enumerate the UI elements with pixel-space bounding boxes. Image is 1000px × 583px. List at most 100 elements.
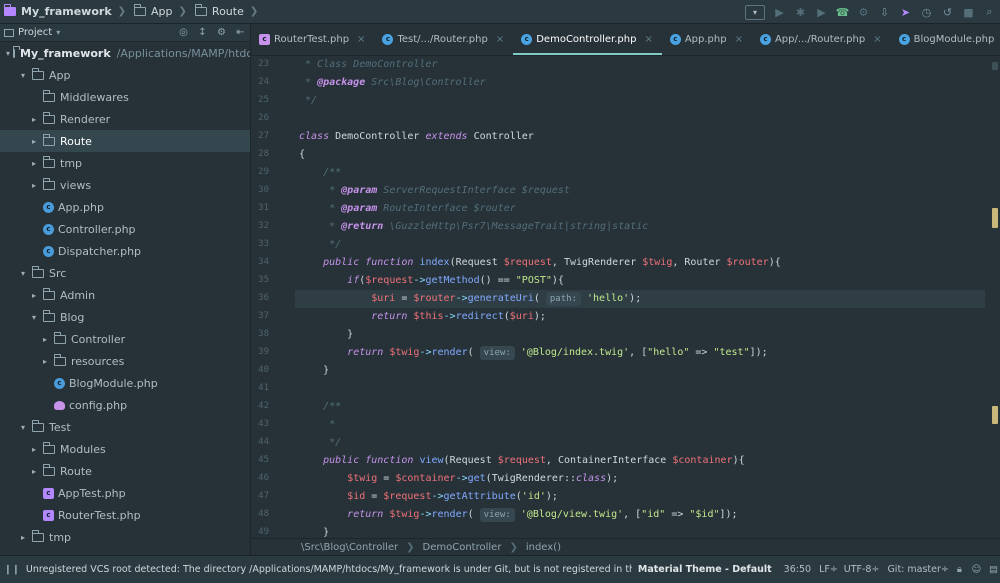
tree-file-blogmodule[interactable]: c BlogModule.php [0,372,250,394]
event-log-icon[interactable]: ❙❙ [4,564,20,575]
code-line[interactable]: */ [299,92,989,110]
breadcrumb-project[interactable]: My_framework ❯ [0,0,130,24]
settings-icon[interactable]: ⚙ [212,27,231,38]
code-line[interactable]: } [299,524,989,538]
chevron-right-icon[interactable]: ▸ [28,115,40,124]
chevron-right-icon[interactable]: ▸ [28,137,40,146]
code-line[interactable]: $twig = $container->get(TwigRenderer::cl… [299,470,989,488]
revert-icon[interactable]: ↺ [937,2,958,22]
notifications-icon[interactable]: ▤ [987,564,1000,575]
code-line[interactable] [299,380,989,398]
close-icon[interactable]: × [644,34,652,45]
editor-tab[interactable]: c RouterTest.php × [251,24,374,55]
chevron-down-icon[interactable]: ▾ [28,313,40,322]
code-line[interactable]: */ [299,236,989,254]
chevron-down-icon[interactable]: ▾ [17,269,29,278]
chevron-right-icon[interactable]: ▸ [39,357,51,366]
search-everywhere-icon[interactable]: ⌕ [979,2,1000,22]
tree-folder-app[interactable]: ▾ App [0,64,250,86]
close-icon[interactable]: × [735,34,743,45]
code-line[interactable]: * @param RouteInterface $router [299,200,989,218]
code-line[interactable]: * @return \GuzzleHttp\Psr7\MessageTrait|… [299,218,989,236]
tree-folder-middlewares[interactable]: Middlewares [0,86,250,108]
close-icon[interactable]: × [496,34,504,45]
locate-icon[interactable]: ◎ [174,27,193,38]
tree-folder-renderer[interactable]: ▸ Renderer [0,108,250,130]
code-line[interactable]: public function index(Request $request, … [299,254,989,272]
chevron-right-icon[interactable]: ▸ [28,181,40,190]
chevron-down-icon[interactable]: ▾ [56,28,60,37]
status-message[interactable]: Unregistered VCS root detected: The dire… [26,564,632,575]
caret-position[interactable]: 36:50 [784,564,811,575]
tree-folder-route[interactable]: ▸ Route [0,130,250,152]
code-line[interactable]: } [299,326,989,344]
chevron-right-icon[interactable]: ▸ [17,533,29,542]
update-project-icon[interactable]: ⇩ [874,2,895,22]
code-line[interactable]: /** [299,398,989,416]
tree-folder-src[interactable]: ▾ Src [0,262,250,284]
history-icon[interactable]: ◷ [916,2,937,22]
tree-file-config[interactable]: config.php [0,394,250,416]
code-editor[interactable]: 23 24 25 26 27 28 29 30 31 32 33 34 35 36 37 38 39 40 41 42… [251,56,1000,538]
tree-folder-modules[interactable]: ▸ Modules [0,438,250,460]
editor-tab[interactable]: cBlogModule.php× [891,24,1000,55]
tree-file-routertest[interactable]: c RouterTest.php [0,504,250,526]
tree-folder-views[interactable]: ▸ views [0,174,250,196]
tree-folder-resources[interactable]: ▸ resources [0,350,250,372]
hide-panel-icon[interactable]: ⇤ [231,27,250,38]
chevron-right-icon[interactable]: ▸ [28,159,40,168]
tree-file-controller[interactable]: c Controller.php [0,218,250,240]
coverage-icon[interactable]: ▶ [811,2,832,22]
tree-file-dispatcher[interactable]: c Dispatcher.php [0,240,250,262]
editor-tab[interactable]: c App/.../Router.php × [752,24,891,55]
code-line[interactable]: return $twig->render( view: '@Blog/view.… [299,506,989,524]
code-line[interactable]: if($request->getMethod() == "POST"){ [299,272,989,290]
project-view-selector[interactable]: Project [18,27,52,38]
debug-icon[interactable]: ✱ [790,2,811,22]
tree-folder-test[interactable]: ▾ Test [0,416,250,438]
code-line[interactable] [299,110,989,128]
theme-name[interactable]: Material Theme - Default [638,564,772,575]
warning-stripe-marker[interactable] [992,208,998,228]
editor-scrollbar[interactable] [990,56,1000,538]
code-line[interactable]: * [299,416,989,434]
breadcrumb-app[interactable]: App ❯ [130,0,191,24]
tree-folder-controller[interactable]: ▸ Controller [0,328,250,350]
code-line[interactable]: /** [299,164,989,182]
attach-icon[interactable]: ⚙ [853,2,874,22]
push-icon[interactable]: ➤ [895,2,916,22]
editor-tab[interactable]: c DemoController.php × [513,24,662,55]
tree-file-apptest[interactable]: c AppTest.php [0,482,250,504]
chevron-down-icon[interactable]: ▾ [17,71,29,80]
collapse-all-icon[interactable]: ↕ [193,27,212,38]
chevron-right-icon[interactable]: ▸ [28,291,40,300]
breadcrumb-route[interactable]: Route ❯ [191,0,262,24]
code-line[interactable]: */ [299,434,989,452]
code-line[interactable]: return $twig->render( view: '@Blog/index… [299,344,989,362]
code-line[interactable]: $uri = $router->generateUri( path: 'hell… [295,290,985,308]
editor-tab[interactable]: c Test/.../Router.php × [374,24,513,55]
git-branch[interactable]: Git: master÷ [887,564,948,575]
error-stripe-marker[interactable] [992,62,998,70]
chevron-right-icon[interactable]: ▸ [28,467,40,476]
close-icon[interactable]: × [873,34,881,45]
phone-listen-icon[interactable]: ☎ [832,2,853,22]
tree-folder-route[interactable]: ▸ Route [0,460,250,482]
code-line[interactable]: class DemoController extends Controller [299,128,989,146]
lock-icon[interactable]: 🔒︎ [953,564,966,575]
run-configuration-dropdown[interactable]: ▾ [745,4,765,20]
breadcrumb-namespace[interactable]: \Src\Blog\Controller [301,542,398,553]
tree-folder-tmp[interactable]: ▸ tmp [0,526,250,548]
code-line[interactable]: * Class DemoController [299,56,989,74]
line-separator[interactable]: LF÷ [819,564,838,575]
tree-folder-blog[interactable]: ▾ Blog [0,306,250,328]
inspector-icon[interactable]: ☺ [970,564,983,575]
tree-folder-admin[interactable]: ▸ Admin [0,284,250,306]
run-icon[interactable]: ▶ [769,2,790,22]
tree-folder-my_framework[interactable]: ▾ My_framework/Applications/MAMP/htdocs/M [0,42,250,64]
code-line[interactable]: return $this->redirect($uri); [299,308,989,326]
code-line[interactable]: * @param ServerRequestInterface $request [299,182,989,200]
editor-tab[interactable]: c App.php × [662,24,752,55]
tree-folder-tmp[interactable]: ▸ tmp [0,152,250,174]
file-encoding[interactable]: UTF-8÷ [844,564,880,575]
